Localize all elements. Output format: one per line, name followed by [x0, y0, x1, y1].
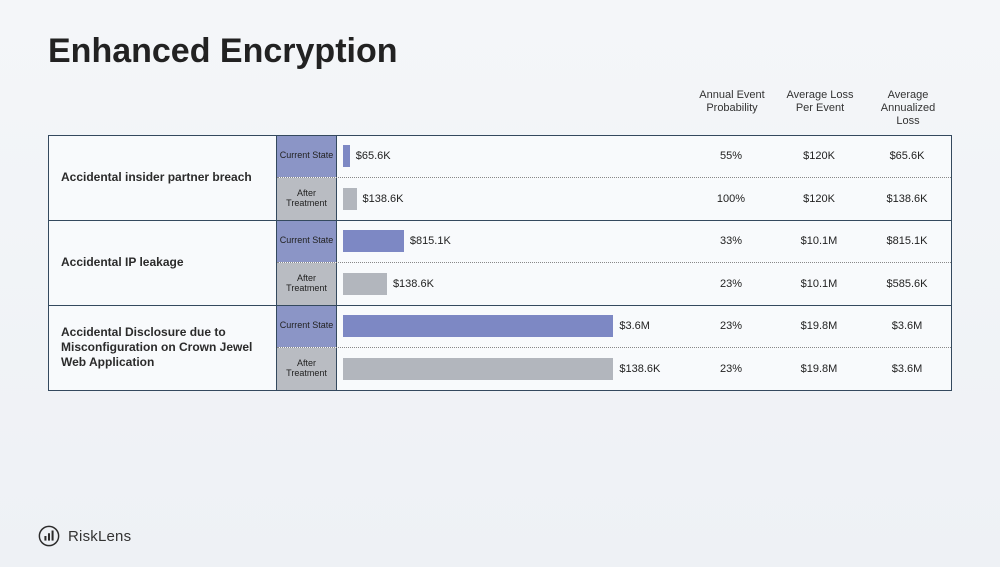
cell-loss-per-event: $10.1M	[775, 235, 863, 247]
bar-after	[343, 188, 357, 210]
bar-label: $138.6K	[393, 278, 434, 290]
page-title: Enhanced Encryption	[48, 32, 952, 71]
risk-group: Accidental insider partner breach Curren…	[48, 135, 952, 220]
risklens-logo-icon	[38, 525, 60, 547]
cell-probability: 23%	[687, 320, 775, 332]
row-after: After Treatment $138.6K 23% $10.1M $585.…	[277, 263, 951, 305]
state-label-after: After Treatment	[277, 263, 337, 305]
cell-loss-per-event: $120K	[775, 150, 863, 162]
bar-label: $815.1K	[410, 235, 451, 247]
footer-brand-text: RiskLens	[68, 528, 131, 545]
bar-after	[343, 273, 387, 295]
cell-probability: 100%	[687, 193, 775, 205]
cell-loss-per-event: $19.8M	[775, 320, 863, 332]
cell-annualized: $585.6K	[863, 278, 951, 290]
state-label-current: Current State	[277, 136, 337, 177]
state-label-current: Current State	[277, 221, 337, 262]
cell-annualized: $138.6K	[863, 193, 951, 205]
bar-label: $65.6K	[356, 150, 391, 162]
cell-loss-per-event: $10.1M	[775, 278, 863, 290]
header-probability: Annual Event Probability	[688, 89, 776, 129]
risk-group: Accidental Disclosure due to Misconfigur…	[48, 305, 952, 391]
cell-probability: 33%	[687, 235, 775, 247]
cell-probability: 55%	[687, 150, 775, 162]
state-label-after: After Treatment	[277, 348, 337, 390]
cell-annualized: $65.6K	[863, 150, 951, 162]
cell-annualized: $815.1K	[863, 235, 951, 247]
row-after: After Treatment $138.6K 23% $19.8M $3.6M	[277, 348, 951, 390]
header-loss-per-event: Average Loss Per Event	[776, 89, 864, 129]
bar-label: $138.6K	[619, 363, 660, 375]
cell-loss-per-event: $120K	[775, 193, 863, 205]
cell-probability: 23%	[687, 363, 775, 375]
row-current: Current State $815.1K 33% $10.1M $815.1K	[277, 221, 951, 263]
comparison-chart: Annual Event Probability Average Loss Pe…	[48, 89, 952, 391]
bar-current	[343, 230, 404, 252]
row-current: Current State $3.6M 23% $19.8M $3.6M	[277, 306, 951, 348]
bar-label: $3.6M	[619, 320, 650, 332]
column-headers: Annual Event Probability Average Loss Pe…	[48, 89, 952, 129]
cell-probability: 23%	[687, 278, 775, 290]
cell-annualized: $3.6M	[863, 363, 951, 375]
footer-brand: RiskLens	[38, 525, 131, 547]
bar-current	[343, 145, 350, 167]
row-after: After Treatment $138.6K 100% $120K $138.…	[277, 178, 951, 220]
state-label-current: Current State	[277, 306, 337, 347]
risk-name: Accidental Disclosure due to Misconfigur…	[49, 306, 277, 390]
bar-current	[343, 315, 613, 337]
risk-name: Accidental insider partner breach	[49, 136, 277, 220]
header-annualized-loss: Average Annualized Loss	[864, 89, 952, 129]
risk-group: Accidental IP leakage Current State $815…	[48, 220, 952, 305]
cell-annualized: $3.6M	[863, 320, 951, 332]
cell-loss-per-event: $19.8M	[775, 363, 863, 375]
row-current: Current State $65.6K 55% $120K $65.6K	[277, 136, 951, 178]
bar-after	[343, 358, 613, 380]
risk-name: Accidental IP leakage	[49, 221, 277, 305]
state-label-after: After Treatment	[277, 178, 337, 220]
bar-label: $138.6K	[363, 193, 404, 205]
